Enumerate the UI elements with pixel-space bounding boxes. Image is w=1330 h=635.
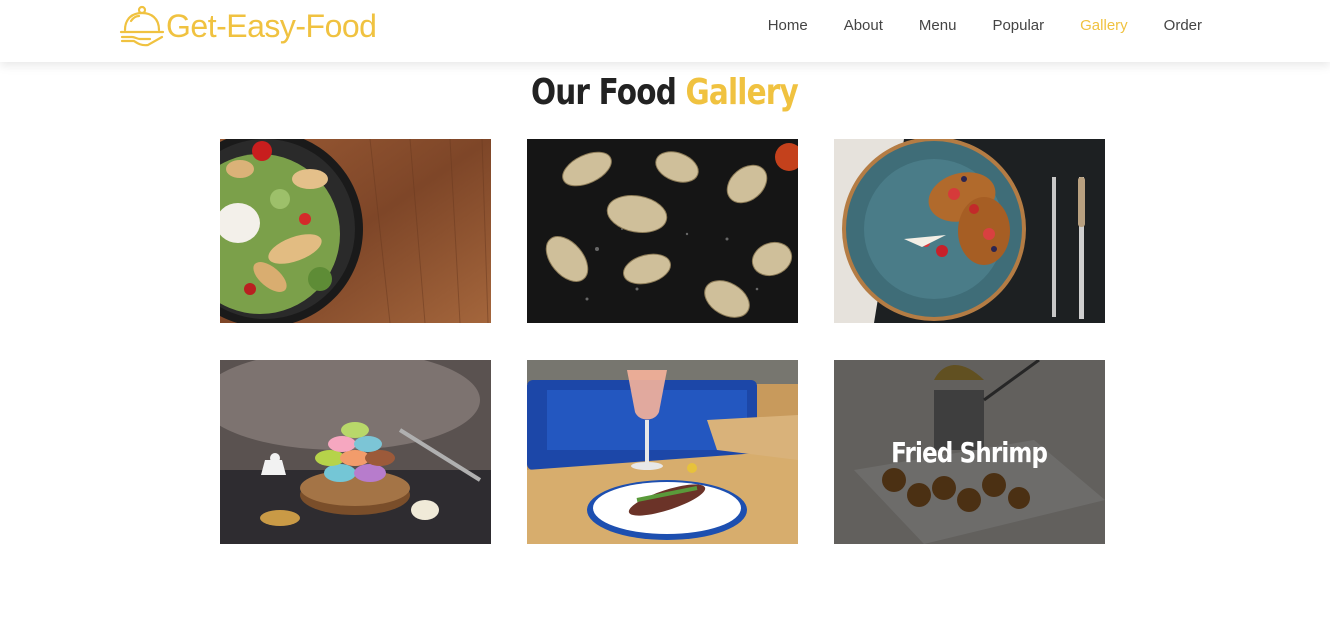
nav-item-gallery[interactable]: Gallery [1080, 17, 1128, 34]
macarons-photo [220, 360, 491, 544]
gallery-item-cocktail[interactable] [527, 360, 798, 544]
brand-logo[interactable]: Get-Easy-Food [118, 3, 377, 49]
gallery-item-caption: Fried Shrimp [891, 435, 1048, 469]
french-toast-berries-photo [834, 139, 1105, 323]
salad-photo [220, 139, 491, 323]
gallery-item-fried-shrimp[interactable]: Fried Shrimp [834, 360, 1105, 544]
gallery-item-french-toast[interactable] [834, 139, 1105, 323]
gallery-item-salad[interactable] [220, 139, 491, 323]
cocktail-and-plate-photo [527, 360, 798, 544]
cloche-icon [119, 5, 165, 47]
nav-item-popular[interactable]: Popular [992, 17, 1044, 34]
nav-item-home[interactable]: Home [768, 17, 808, 34]
nav-item-menu[interactable]: Menu [919, 17, 957, 34]
gallery-title-main: Our Food [530, 72, 677, 113]
brand-name: Get-Easy-Food [166, 7, 377, 44]
gallery-title: Our Food Gallery [119, 72, 1210, 113]
nav-item-about[interactable]: About [844, 17, 883, 34]
gallery-item-dumplings[interactable] [527, 139, 798, 323]
gallery-item-overlay: Fried Shrimp [834, 360, 1105, 544]
dumplings-photo [527, 139, 798, 323]
gallery-item-macarons[interactable] [220, 360, 491, 544]
gallery-title-accent: Gallery [685, 72, 798, 113]
main-nav: Home About Menu Popular Gallery Order [732, 0, 1202, 50]
nav-item-order[interactable]: Order [1164, 17, 1202, 34]
site-header: Get-Easy-Food Home About Menu Popular Ga… [0, 0, 1330, 62]
